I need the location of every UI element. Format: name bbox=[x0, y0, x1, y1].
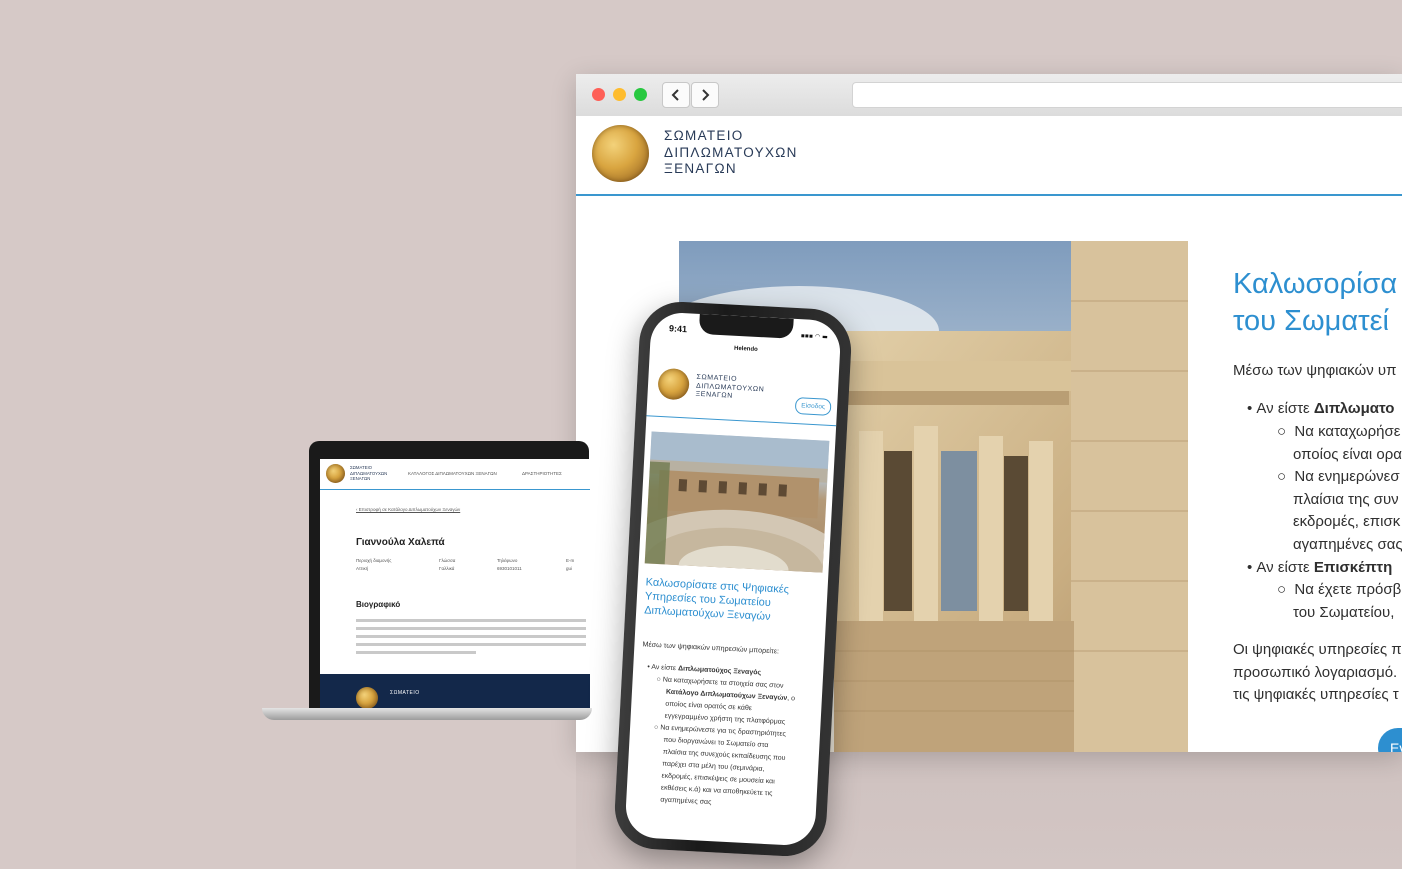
laptop-mockup: ΣΩΜΑΤΕΙΟ ΔΙΠΛΩΜΑΤΟΥΧΩΝ ΞΕΝΑΓΩΝ ΚΑΤΑΛΟΓΟΣ… bbox=[309, 441, 590, 713]
back-link[interactable]: ‹ Επιστροφή σε Κατάλογο Διπλωματούχων Ξε… bbox=[356, 507, 460, 512]
laptop-footer: ΣΩΜΑΤΕΙΟ bbox=[320, 674, 590, 709]
hero-intro: Μέσω των ψηφιακών υπ bbox=[1233, 362, 1397, 379]
coin-logo-icon bbox=[356, 687, 378, 709]
circle-bullet-icon: ○ bbox=[1277, 581, 1295, 598]
phone-screen: 9:41 ▪▪▪ ◠ ▬ Helendo ΣΩΜΑΤΕΙΟ ΔΙΠΛΩΜΑΤΟΥ… bbox=[624, 311, 842, 847]
bio-text-line bbox=[356, 651, 476, 654]
bullet-continuation: εκδρομές, επισκ bbox=[1293, 513, 1401, 530]
coin-logo-icon[interactable] bbox=[326, 464, 345, 483]
field-value: gui bbox=[566, 566, 573, 571]
list-text: , ο bbox=[787, 695, 796, 703]
coin-logo-icon[interactable] bbox=[657, 367, 690, 401]
nav-link-catalog[interactable]: ΚΑΤΑΛΟΓΟΣ ΔΙΠΛΩΜΑΤΟΥΧΩΝ ΞΕΝΑΓΩΝ bbox=[408, 471, 497, 476]
field-value: Γαλλικά bbox=[439, 566, 455, 571]
bullet-text: Αν είστε bbox=[1256, 559, 1314, 576]
bullet-bold: Διπλωματο bbox=[1313, 400, 1395, 417]
field-label: Τηλέφωνο bbox=[497, 558, 518, 563]
list-bold: Διπλωματούχος Ξεναγός bbox=[677, 665, 762, 677]
phone-list-item: αγαπημένες σας bbox=[660, 796, 712, 807]
logo-line: ΞΕΝΑΓΩΝ bbox=[664, 161, 737, 176]
coin-logo-icon[interactable] bbox=[592, 125, 649, 182]
bio-heading: Βιογραφικό bbox=[356, 600, 401, 609]
hero-title-line: Καλωσορίσα bbox=[1233, 268, 1398, 300]
chevron-right-icon bbox=[702, 89, 710, 101]
laptop-logo-text[interactable]: ΣΩΜΑΤΕΙΟ ΔΙΠΛΩΜΑΤΟΥΧΩΝ ΞΕΝΑΓΩΝ bbox=[350, 465, 387, 482]
cta-button[interactable]: Εν bbox=[1378, 728, 1402, 752]
closing-line: τις ψηφιακές υπηρεσίες τ bbox=[1233, 686, 1399, 703]
field-label: Περιοχή διαμονής bbox=[356, 558, 392, 563]
close-window-button[interactable] bbox=[592, 88, 605, 101]
bullet-dot-icon: • bbox=[1247, 400, 1257, 417]
bio-text-line bbox=[356, 619, 586, 622]
browser-toolbar bbox=[576, 74, 1402, 117]
status-icons: ▪▪▪ ◠ ▬ bbox=[800, 332, 828, 341]
forward-button[interactable] bbox=[691, 82, 719, 108]
login-button[interactable]: Είσοδος bbox=[794, 397, 832, 416]
circle-bullet-icon: ○ bbox=[1277, 468, 1295, 485]
nav-link-activities[interactable]: ΔΡΑΣΤΗΡΙΟΤΗΤΕΣ bbox=[522, 471, 562, 476]
closing-line: προσωπικό λογαριασμό. bbox=[1233, 664, 1398, 681]
laptop-base bbox=[262, 708, 592, 720]
bullet-text: Να έχετε πρόσβ bbox=[1294, 581, 1402, 598]
back-button[interactable] bbox=[662, 82, 690, 108]
bullet-bold: Επισκέπτη bbox=[1313, 559, 1393, 576]
footer-logo-text: ΣΩΜΑΤΕΙΟ bbox=[390, 690, 420, 696]
hero-title-line: του Σωματεί bbox=[1233, 305, 1389, 337]
phone-logo-text[interactable]: ΣΩΜΑΤΕΙΟ ΔΙΠΛΩΜΑΤΟΥΧΩΝ ΞΕΝΑΓΩΝ bbox=[695, 374, 765, 403]
bullet-item: • Αν είστε Διπλωματο bbox=[1247, 398, 1402, 421]
person-name: Γιαννούλα Χαλεπά bbox=[356, 537, 445, 548]
maximize-window-button[interactable] bbox=[634, 88, 647, 101]
field-label: Γλώσσα bbox=[439, 558, 456, 563]
phone-site-header: ΣΩΜΑΤΕΙΟ ΔΙΠΛΩΜΑΤΟΥΧΩΝ ΞΕΝΑΓΩΝ Είσοδος bbox=[646, 353, 840, 427]
logo-line: ΣΩΜΑΤΕΙΟ bbox=[664, 128, 744, 143]
address-bar[interactable] bbox=[852, 82, 1402, 108]
site-logo-text[interactable]: ΣΩΜΑΤΕΙΟ ΔΙΠΛΩΜΑΤΟΥΧΩΝ ΞΕΝΑΓΩΝ bbox=[664, 128, 798, 178]
bullet-continuation: οποίος είναι ορα bbox=[1293, 446, 1402, 463]
laptop-screen: ΣΩΜΑΤΕΙΟ ΔΙΠΛΩΜΑΤΟΥΧΩΝ ΞΕΝΑΓΩΝ ΚΑΤΑΛΟΓΟΣ… bbox=[320, 459, 590, 709]
phone-intro: Μέσω των ψηφιακών υπηρεσιών μπορείτε: bbox=[642, 639, 780, 656]
field-label: E-m bbox=[566, 558, 575, 563]
bullet-text: Να καταχωρήσε bbox=[1294, 423, 1401, 440]
sub-bullet-item: ○ Να έχετε πρόσβ bbox=[1277, 579, 1402, 602]
bio-text-line bbox=[356, 643, 586, 646]
browser-host: Helendo bbox=[733, 345, 758, 353]
field-value: Αττική bbox=[356, 566, 369, 571]
logo-line: ΞΕΝΑΓΩΝ bbox=[350, 476, 371, 481]
bullet-item: • Αν είστε Επισκέπτη bbox=[1247, 557, 1402, 580]
circle-bullet-icon: ○ bbox=[1277, 423, 1295, 440]
phone-notch bbox=[698, 313, 794, 339]
status-time: 9:41 bbox=[668, 323, 688, 335]
bullet-dot-icon: • bbox=[1247, 559, 1257, 576]
logo-line: ΔΙΠΛΩΜΑΤΟΥΧΩΝ bbox=[664, 144, 798, 160]
minimize-window-button[interactable] bbox=[613, 88, 626, 101]
bullet-continuation: αγαπημένες σας bbox=[1293, 536, 1402, 553]
phone-mockup: 9:41 ▪▪▪ ◠ ▬ Helendo ΣΩΜΑΤΕΙΟ ΔΙΠΛΩΜΑΤΟΥ… bbox=[612, 299, 854, 859]
bullet-continuation: του Σωματείου, bbox=[1293, 604, 1395, 621]
bullet-continuation: πλαίσια της συν bbox=[1293, 491, 1399, 508]
bio-text-line bbox=[356, 635, 586, 638]
ancient-theatre-photo bbox=[644, 431, 830, 573]
site-header: ΣΩΜΑΤΕΙΟ ΔΙΠΛΩΜΑΤΟΥΧΩΝ ΞΕΝΑΓΩΝ bbox=[576, 116, 1402, 196]
chevron-left-icon bbox=[671, 89, 679, 101]
sub-bullet-item: ○ Να καταχωρήσε bbox=[1277, 421, 1402, 444]
list-text: • Αν είστε bbox=[647, 663, 679, 673]
phone-hero-title: Καλωσορίσατε στις Ψηφιακές Υπηρεσίες του… bbox=[644, 575, 822, 626]
hero-title: Καλωσορίσα του Σωματεί bbox=[1233, 266, 1402, 340]
closing-line: Οι ψηφιακές υπηρεσίες π bbox=[1233, 641, 1402, 658]
bullet-text: Να ενημερώνεσ bbox=[1294, 468, 1400, 485]
sub-bullet-item: ○ Να ενημερώνεσ bbox=[1277, 466, 1402, 489]
bullet-text: Αν είστε bbox=[1256, 400, 1314, 417]
field-value: 6930101011 bbox=[497, 566, 522, 571]
theatre-illustration bbox=[644, 431, 830, 573]
bio-text-line bbox=[356, 627, 586, 630]
laptop-nav: ΣΩΜΑΤΕΙΟ ΔΙΠΛΩΜΑΤΟΥΧΩΝ ΞΕΝΑΓΩΝ ΚΑΤΑΛΟΓΟΣ… bbox=[320, 459, 590, 490]
